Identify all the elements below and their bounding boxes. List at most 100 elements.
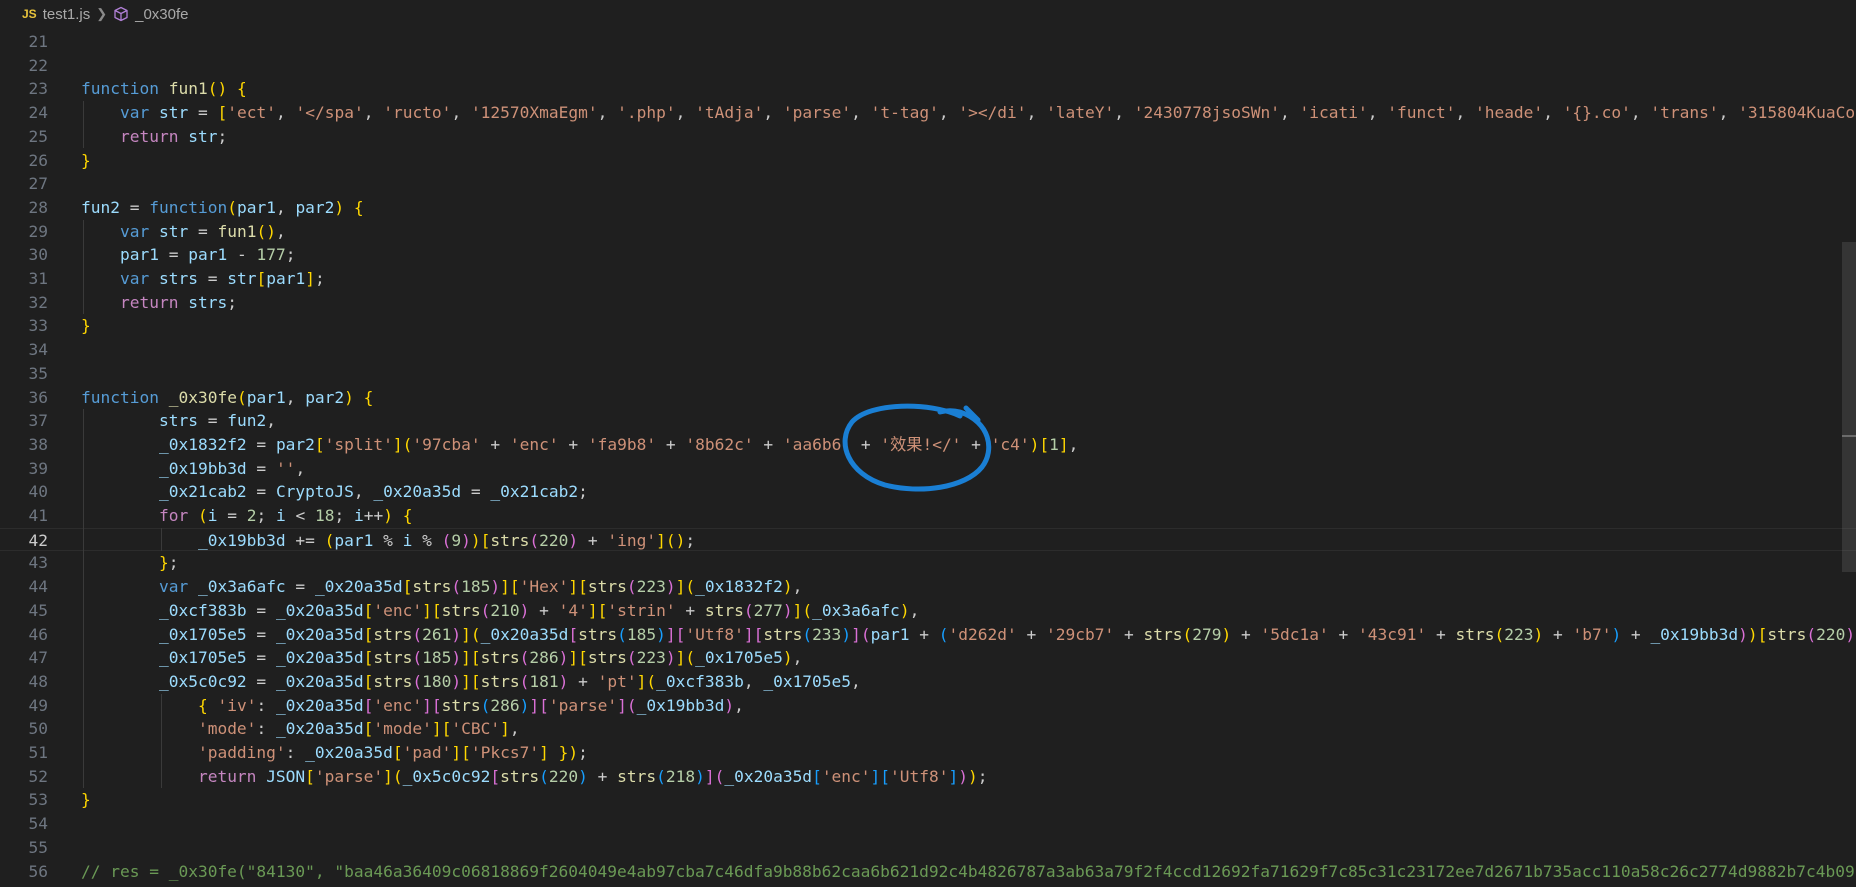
line-number: 42 [28,530,49,550]
line-code[interactable]: { 'iv': _0x20a35d['enc'][strs(286)]['par… [81,694,744,718]
code-line[interactable]: 48 _0x5c0c92 = _0x20a35d[strs(180)][strs… [0,670,1856,694]
line-number: 38 [28,434,49,454]
scrollbar-thumb[interactable] [1842,242,1856,572]
line-code[interactable]: var str = ['ect', '</spa', 'ructo', '125… [81,101,1856,125]
line-number: 50 [28,719,49,739]
code-line[interactable]: 23 function fun1() { [0,77,1856,101]
indent-guide [161,527,162,552]
line-number: 55 [28,837,49,857]
code-line[interactable]: 54 [0,812,1856,836]
code-line[interactable]: 51 'padding': _0x20a35d['pad']['Pkcs7'] … [0,741,1856,765]
line-number: 48 [28,671,49,691]
code-line[interactable]: 34 [0,338,1856,362]
line-code[interactable]: // res = _0x30fe("84130", "baa46a36409c0… [81,860,1856,884]
line-code[interactable]: return JSON['parse'](_0x5c0c92[strs(220)… [81,765,988,789]
line-number: 21 [28,32,49,51]
code-line[interactable]: 50 'mode': _0x20a35d['mode']['CBC'], [0,717,1856,741]
code-line[interactable]: 56 // res = _0x30fe("84130", "baa46a36409… [0,860,1856,884]
line-code[interactable]: _0x1705e5 = _0x20a35d[strs(261)](_0x20a3… [81,623,1856,647]
code-line[interactable]: 42 _0x19bb3d += (par1 % i % (9))[strs(22… [0,527,1856,553]
line-number: 45 [28,600,49,620]
code-line[interactable]: 27 [0,172,1856,196]
line-number: 47 [28,648,49,668]
code-line[interactable]: 22 [0,54,1856,78]
line-code[interactable]: _0x21cab2 = CryptoJS, _0x20a35d = _0x21c… [81,480,588,504]
indent-guide [83,409,84,789]
line-number: 52 [28,766,49,786]
vertical-scrollbar[interactable] [1842,28,1856,887]
breadcrumb-symbol[interactable]: _0x30fe [135,6,188,23]
line-number: 39 [28,458,49,478]
line-code[interactable]: 'padding': _0x20a35d['pad']['Pkcs7'] }); [81,741,588,765]
code-line[interactable]: 45 _0xcf383b = _0x20a35d['enc'][strs(210… [0,599,1856,623]
code-line[interactable]: 55 [0,836,1856,860]
line-number: 30 [28,245,49,265]
js-file-icon: JS [22,7,37,21]
line-number: 53 [28,790,49,810]
indent-guide [161,693,162,789]
line-code[interactable]: var _0x3a6afc = _0x20a35d[strs(185)]['He… [81,575,802,599]
line-code[interactable]: return str; [81,125,227,149]
line-number: 51 [28,743,49,762]
line-number: 49 [28,695,49,715]
line-code[interactable]: _0x1705e5 = _0x20a35d[strs(185)][strs(28… [81,646,802,670]
line-number: 36 [28,387,49,407]
code-line[interactable]: 25 return str; [0,125,1856,149]
code-line[interactable]: 24 var str = ['ect', '</spa', 'ructo', '… [0,101,1856,125]
code-line[interactable]: 52 return JSON['parse'](_0x5c0c92[strs(2… [0,765,1856,789]
line-code[interactable]: strs = fun2, [81,409,276,433]
line-number: 27 [28,174,49,194]
code-line[interactable]: 33} [0,314,1856,338]
code-line[interactable]: 43 }; [0,551,1856,575]
line-code[interactable]: fun2 = function(par1, par2) { [81,196,364,220]
code-line[interactable]: 41 for (i = 2; i < 18; i++) { [0,504,1856,528]
indent-guide [83,101,84,149]
line-number: 31 [28,269,49,288]
line-code[interactable]: } [81,788,91,812]
line-number: 40 [28,482,49,502]
line-code[interactable]: _0x19bb3d += (par1 % i % (9))[strs(220) … [81,529,695,553]
code-line[interactable]: 53} [0,788,1856,812]
code-line[interactable]: 35 [0,362,1856,386]
line-code[interactable]: _0x19bb3d = '', [81,457,305,481]
code-line[interactable]: 30 par1 = par1 - 177; [0,243,1856,267]
line-number: 33 [28,316,49,336]
scrollbar-cursor-marker [1842,435,1856,437]
line-code[interactable]: _0xcf383b = _0x20a35d['enc'][strs(210) +… [81,599,919,623]
line-code[interactable]: 'mode': _0x20a35d['mode']['CBC'], [81,717,520,741]
code-line[interactable]: 32 return strs; [0,291,1856,315]
code-line[interactable]: 21 [0,30,1856,54]
line-code[interactable]: par1 = par1 - 177; [81,243,295,267]
line-code[interactable]: function _0x30fe(par1, par2) { [81,386,373,410]
code-line[interactable]: 31 var strs = str[par1]; [0,267,1856,291]
line-number: 32 [28,292,49,312]
line-number: 25 [28,126,49,146]
code-line[interactable]: 28 fun2 = function(par1, par2) { [0,196,1856,220]
hand-drawn-circle-annotation [840,402,1000,501]
line-number: 46 [28,624,49,644]
line-number: 26 [28,150,49,170]
line-number: 54 [28,814,49,834]
breadcrumb-file[interactable]: test1.js [43,6,91,23]
code-line[interactable]: 49 { 'iv': _0x20a35d['enc'][strs(286)]['… [0,694,1856,718]
breadcrumb: JS test1.js ❯ _0x30fe [0,0,1856,28]
line-number: 35 [28,363,49,383]
code-line[interactable]: 44 var _0x3a6afc = _0x20a35d[strs(185)][… [0,575,1856,599]
line-number: 44 [28,577,49,597]
symbol-method-cube-icon [113,6,129,22]
line-code[interactable]: } [81,314,91,338]
line-code[interactable]: } [81,149,91,173]
line-code[interactable]: return strs; [81,291,237,315]
line-code[interactable]: for (i = 2; i < 18; i++) { [81,504,413,528]
line-code[interactable]: var strs = str[par1]; [81,267,325,291]
line-number: 37 [28,411,49,431]
line-code[interactable]: var str = fun1(), [81,220,286,244]
code-line[interactable]: 26} [0,149,1856,173]
chevron-right-icon: ❯ [96,6,108,21]
line-code[interactable]: _0x5c0c92 = _0x20a35d[strs(180)][strs(18… [81,670,861,694]
line-code[interactable]: }; [81,551,179,575]
code-line[interactable]: 46 _0x1705e5 = _0x20a35d[strs(261)](_0x2… [0,623,1856,647]
code-line[interactable]: 47 _0x1705e5 = _0x20a35d[strs(185)][strs… [0,646,1856,670]
code-line[interactable]: 29 var str = fun1(), [0,220,1856,244]
line-code[interactable]: function fun1() { [81,77,247,101]
